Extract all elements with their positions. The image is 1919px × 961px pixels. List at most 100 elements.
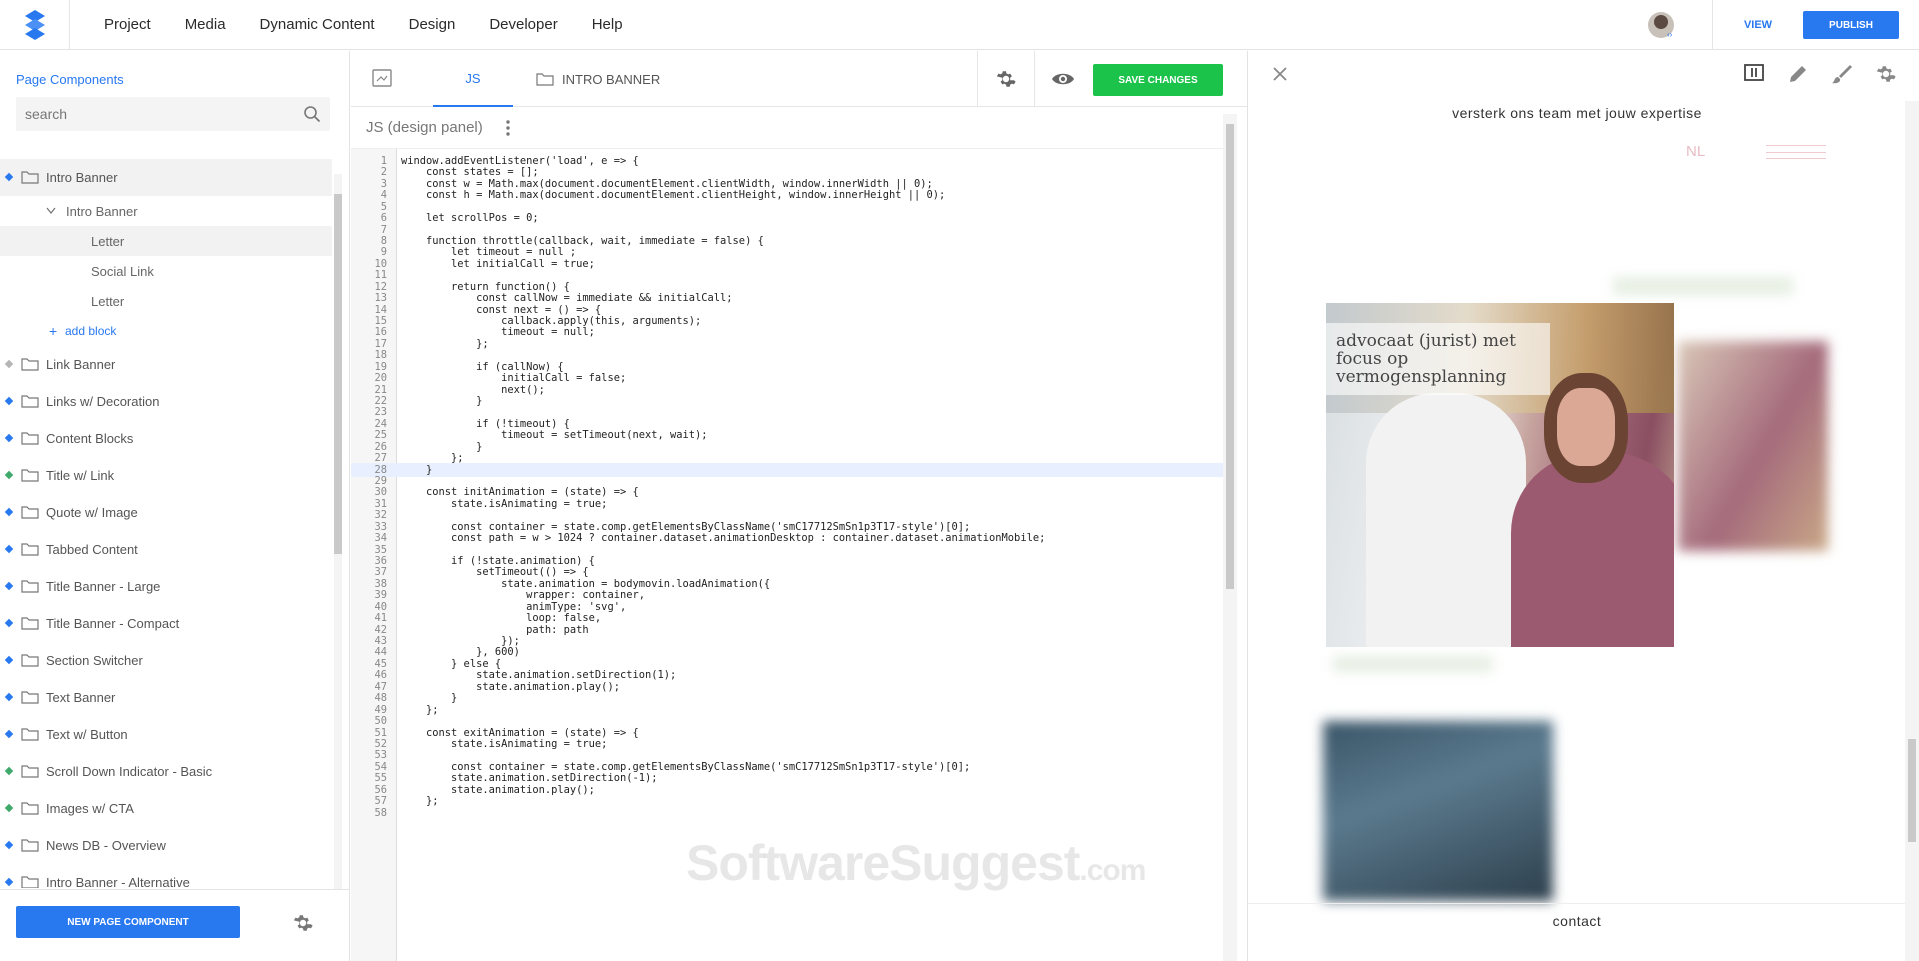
nav-design[interactable]: Design xyxy=(409,16,456,33)
tab-intro-banner[interactable]: INTRO BANNER xyxy=(536,51,660,107)
sidebar-scrollbar[interactable] xyxy=(334,174,342,889)
tree-item-section-switcher[interactable]: Section Switcher xyxy=(0,642,332,679)
status-dot xyxy=(4,396,14,406)
layout-icon[interactable] xyxy=(1743,63,1765,83)
folder-icon xyxy=(21,802,39,815)
tree-item-news-db-overview[interactable]: News DB - Overview xyxy=(0,827,332,864)
search-input[interactable] xyxy=(16,97,286,131)
tree-item-title-banner-large[interactable]: Title Banner - Large xyxy=(0,568,332,605)
tree-item-link-banner[interactable]: Link Banner xyxy=(0,346,332,383)
folder-icon xyxy=(21,171,39,184)
status-dot xyxy=(4,803,14,813)
tree-item-label: Title w/ Link xyxy=(46,468,115,483)
chevron-down-icon[interactable] xyxy=(46,207,56,215)
folder-icon xyxy=(21,432,39,445)
tree-item-text-banner[interactable]: Text Banner xyxy=(0,679,332,716)
page-preview[interactable]: versterk ons team met jouw expertise NL … xyxy=(1247,101,1905,961)
hero-image: advocaat (jurist) met focus op vermogens… xyxy=(1326,303,1674,647)
nav-dynamic-content[interactable]: Dynamic Content xyxy=(260,16,375,33)
publish-button[interactable]: PUBLISH xyxy=(1803,11,1899,39)
hero-figure-left xyxy=(1366,393,1526,647)
hamburger-menu-icon[interactable] xyxy=(1766,145,1826,159)
gear-icon[interactable] xyxy=(1875,63,1897,85)
nav-help[interactable]: Help xyxy=(592,16,623,33)
status-dot xyxy=(4,692,14,702)
tree-item-label: Tabbed Content xyxy=(46,542,138,557)
tree-item-label: Link Banner xyxy=(46,357,116,372)
gear-icon[interactable] xyxy=(292,912,314,934)
tree-sub-item-intro-banner[interactable]: Intro Banner xyxy=(0,196,332,226)
status-dot xyxy=(4,433,14,443)
nav-project[interactable]: Project xyxy=(104,16,151,33)
scrollbar-thumb[interactable] xyxy=(334,194,342,554)
search-icon[interactable] xyxy=(303,105,321,123)
add-block-button[interactable]: + add block xyxy=(0,316,332,346)
folder-icon xyxy=(21,728,39,741)
folder-icon xyxy=(21,765,39,778)
tree-item-label: Content Blocks xyxy=(46,431,134,446)
tree-item-label: Text Banner xyxy=(46,690,116,705)
tree-item-intro-banner[interactable]: Intro Banner xyxy=(0,159,332,196)
tree-leaf-social-link[interactable]: Social Link xyxy=(0,256,332,286)
nav-media[interactable]: Media xyxy=(185,16,226,33)
tree-leaf-letter[interactable]: Letter xyxy=(0,286,332,316)
component-tree: Intro Banner Intro Banner Letter Social … xyxy=(0,159,332,888)
blurred-image xyxy=(1678,341,1828,551)
nav-developer[interactable]: Developer xyxy=(489,16,557,33)
close-icon[interactable] xyxy=(1271,65,1289,83)
add-block-label: add block xyxy=(65,324,117,338)
tree-item-content-blocks[interactable]: Content Blocks xyxy=(0,420,332,457)
tree-leaf-label: Letter xyxy=(91,233,125,249)
scrollbar-thumb[interactable] xyxy=(1908,739,1916,842)
tree-item-title-banner-compact[interactable]: Title Banner - Compact xyxy=(0,605,332,642)
more-vertical-icon[interactable] xyxy=(505,119,511,137)
app-logo[interactable] xyxy=(0,0,70,50)
tree-item-tabbed-content[interactable]: Tabbed Content xyxy=(0,531,332,568)
contact-link[interactable]: contact xyxy=(1553,913,1602,929)
tree-item-quote-image[interactable]: Quote w/ Image xyxy=(0,494,332,531)
editor-scrollbar[interactable] xyxy=(1223,114,1237,961)
tree-item-intro-banner-alternative[interactable]: Intro Banner - Alternative xyxy=(0,864,332,888)
watermark: SoftwareSuggest.com xyxy=(686,834,1146,892)
editor-toolbar: JS INTRO BANNER SAVE CHANGES xyxy=(351,51,1247,107)
tree-item-label: Images w/ CTA xyxy=(46,801,134,816)
tree-item-label: Title Banner - Large xyxy=(46,579,161,594)
tree-item-images-cta[interactable]: Images w/ CTA xyxy=(0,790,332,827)
code-line[interactable]: 58 xyxy=(351,806,1223,820)
brush-icon[interactable] xyxy=(1831,63,1853,85)
pencil-icon[interactable] xyxy=(1787,63,1809,85)
editor-settings-button[interactable] xyxy=(977,51,1033,107)
blurred-text-block xyxy=(1613,277,1793,295)
preview-toggle-button[interactable] xyxy=(1034,51,1090,107)
page-components-sidebar: Page Components Intro Banner Intro Banne… xyxy=(0,51,350,961)
expand-panel-icon[interactable] xyxy=(372,69,392,87)
tree-item-label: Intro Banner xyxy=(46,170,118,185)
folder-icon xyxy=(21,617,39,630)
hero-caption: advocaat (jurist) met focus op vermogens… xyxy=(1326,323,1550,395)
preview-tools xyxy=(1743,63,1919,85)
watermark-text: SoftwareSuggest xyxy=(686,835,1080,891)
tree-item-label: Intro Banner - Alternative xyxy=(46,875,190,888)
status-dot xyxy=(4,618,14,628)
preview-scrollbar[interactable] xyxy=(1905,101,1919,961)
tree-item-title-link[interactable]: Title w/ Link xyxy=(0,457,332,494)
save-changes-button[interactable]: SAVE CHANGES xyxy=(1093,64,1223,96)
tab-label: INTRO BANNER xyxy=(562,71,661,87)
tree-item-scroll-down-indicator[interactable]: Scroll Down Indicator - Basic xyxy=(0,753,332,790)
folder-icon xyxy=(21,654,39,667)
tab-js[interactable]: JS xyxy=(433,51,513,107)
blurred-image xyxy=(1323,721,1553,901)
tree-leaf-label: Social Link xyxy=(91,263,154,279)
tree-item-text-button[interactable]: Text w/ Button xyxy=(0,716,332,753)
status-dot xyxy=(4,359,14,369)
view-button[interactable]: VIEW xyxy=(1713,19,1803,31)
tree-item-label: Title Banner - Compact xyxy=(46,616,180,631)
language-switcher[interactable]: NL xyxy=(1686,143,1705,160)
tree-item-links-decoration[interactable]: Links w/ Decoration xyxy=(0,383,332,420)
status-dot xyxy=(4,507,14,517)
tree-leaf-letter[interactable]: Letter xyxy=(0,226,332,256)
scrollbar-thumb[interactable] xyxy=(1226,124,1234,589)
tree-item-label: Links w/ Decoration xyxy=(46,394,160,409)
user-menu[interactable]: ‹› xyxy=(1609,0,1713,50)
new-page-component-button[interactable]: NEW PAGE COMPONENT xyxy=(16,906,240,938)
